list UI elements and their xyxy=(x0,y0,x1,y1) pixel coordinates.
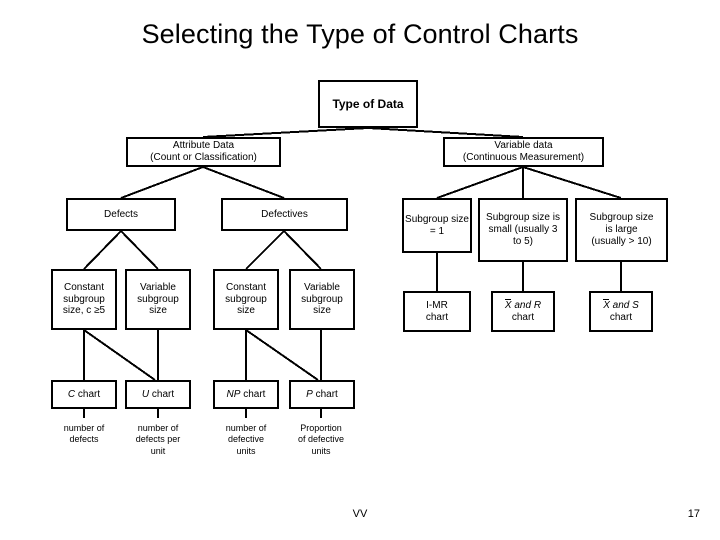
caption-np-chart-line1: number of xyxy=(225,423,267,433)
node-imr-chart[interactable]: I-MR chart xyxy=(403,291,471,332)
node-xbar-r-chart-mid: and R xyxy=(511,299,542,311)
node-imr-chart-name: I-MR xyxy=(426,299,448,311)
node-np-chart-symbol: NP xyxy=(226,388,241,400)
node-np-chart-suffix: chart xyxy=(240,388,266,400)
node-defects-variable-subgroup-line2: subgroup xyxy=(137,293,179,305)
node-defects-label: Defects xyxy=(104,208,138,220)
node-defectives-variable-subgroup[interactable]: Variable subgroup size xyxy=(289,269,355,330)
caption-np-chart-line3: units xyxy=(236,445,256,456)
node-type-of-data[interactable]: Type of Data xyxy=(318,80,418,128)
node-p-chart-suffix: chart xyxy=(312,388,338,400)
node-xbar-r-chart-suffix: chart xyxy=(511,311,535,323)
node-attribute-data-line2: (Count or Classification) xyxy=(150,152,257,163)
node-p-chart-symbol: P xyxy=(306,388,313,400)
node-subgroup-size-small-line2: small (usually 3 xyxy=(488,224,558,236)
caption-np-chart: number of defective units xyxy=(208,423,284,457)
node-p-chart[interactable]: P chart xyxy=(289,380,355,409)
node-subgroup-size-large-line3: (usually > 10) xyxy=(591,235,652,247)
node-xbar-s-chart-suffix: chart xyxy=(609,311,633,323)
node-subgroup-size-one-line1: Subgroup size xyxy=(405,213,469,225)
node-defectives[interactable]: Defectives xyxy=(221,198,348,231)
node-xbar-r-chart[interactable]: X and R chart xyxy=(491,291,555,332)
node-np-chart[interactable]: NP chart xyxy=(213,380,279,409)
node-subgroup-size-small-line1: Subgroup size is xyxy=(486,212,560,224)
node-attribute-data-line1: Attribute Data xyxy=(172,140,235,152)
node-defectives-variable-subgroup-line1: Variable xyxy=(304,281,340,293)
node-defects-variable-subgroup-line3: size xyxy=(149,305,167,317)
caption-u-chart-line3: unit xyxy=(150,445,166,456)
caption-p-chart-line3: units xyxy=(311,445,331,456)
caption-p-chart-line1: Proportion xyxy=(300,423,342,433)
caption-p-chart-line2: of defective xyxy=(297,434,345,445)
caption-u-chart-line1: number of xyxy=(137,423,179,433)
caption-c-chart-line2: defects xyxy=(69,434,99,445)
node-subgroup-size-one[interactable]: Subgroup size = 1 xyxy=(402,198,472,253)
node-defects-constant-subgroup-line3: size, c ≥5 xyxy=(62,305,106,317)
node-subgroup-size-large-line2: is large xyxy=(605,224,638,236)
node-defects-constant-subgroup-line1: Constant xyxy=(63,281,104,293)
node-defects-variable-subgroup-line1: Variable xyxy=(140,281,176,293)
caption-u-chart: number of defects per unit xyxy=(120,423,196,457)
node-variable-data-line2: (Continuous Measurement) xyxy=(462,152,585,163)
node-defectives-variable-subgroup-line3: size xyxy=(313,305,331,317)
node-defects-constant-subgroup-line2: subgroup xyxy=(63,293,105,305)
node-c-chart[interactable]: C chart xyxy=(51,380,117,409)
node-variable-data-line1: Variable data xyxy=(494,140,553,152)
node-defectives-constant-subgroup[interactable]: Constant subgroup size xyxy=(213,269,279,330)
node-defectives-constant-subgroup-line2: subgroup xyxy=(225,293,267,305)
node-xbar-s-chart[interactable]: X and S chart xyxy=(589,291,653,332)
node-xbar-r-chart-symbol: X xyxy=(504,298,512,311)
caption-u-chart-line2: defects per xyxy=(135,434,181,445)
node-xbar-s-chart-mid: and S xyxy=(609,299,639,311)
node-subgroup-size-one-line2: = 1 xyxy=(429,225,445,237)
node-subgroup-size-small[interactable]: Subgroup size is small (usually 3 to 5) xyxy=(478,198,568,262)
node-variable-data[interactable]: Variable data (Continuous Measurement) xyxy=(443,137,604,167)
node-defectives-constant-subgroup-line1: Constant xyxy=(225,281,266,293)
node-subgroup-size-large[interactable]: Subgroup size is large (usually > 10) xyxy=(575,198,668,262)
node-defects-variable-subgroup[interactable]: Variable subgroup size xyxy=(125,269,191,330)
node-defectives-variable-subgroup-line2: subgroup xyxy=(301,293,343,305)
node-subgroup-size-small-line3: to 5) xyxy=(512,235,533,247)
node-u-chart[interactable]: U chart xyxy=(125,380,191,409)
caption-p-chart: Proportion of defective units xyxy=(283,423,359,457)
node-type-of-data-label: Type of Data xyxy=(332,96,404,111)
slide-canvas: Selecting the Type of Control Charts Typ… xyxy=(0,0,720,540)
caption-c-chart-line1: number of xyxy=(63,423,105,433)
node-u-chart-suffix: chart xyxy=(149,388,175,400)
caption-np-chart-line2: defective xyxy=(227,434,265,445)
node-subgroup-size-large-line1: Subgroup size xyxy=(589,212,654,224)
node-defects[interactable]: Defects xyxy=(66,198,176,231)
node-defects-constant-subgroup[interactable]: Constant subgroup size, c ≥5 xyxy=(51,269,117,330)
node-defectives-constant-subgroup-line3: size xyxy=(237,305,255,317)
node-imr-chart-suffix: chart xyxy=(425,311,449,323)
caption-c-chart: number of defects xyxy=(46,423,122,446)
node-c-chart-suffix: chart xyxy=(75,388,101,400)
node-defectives-label: Defectives xyxy=(261,208,308,220)
node-attribute-data[interactable]: Attribute Data (Count or Classification) xyxy=(126,137,281,167)
node-xbar-s-chart-symbol: X xyxy=(603,298,610,311)
